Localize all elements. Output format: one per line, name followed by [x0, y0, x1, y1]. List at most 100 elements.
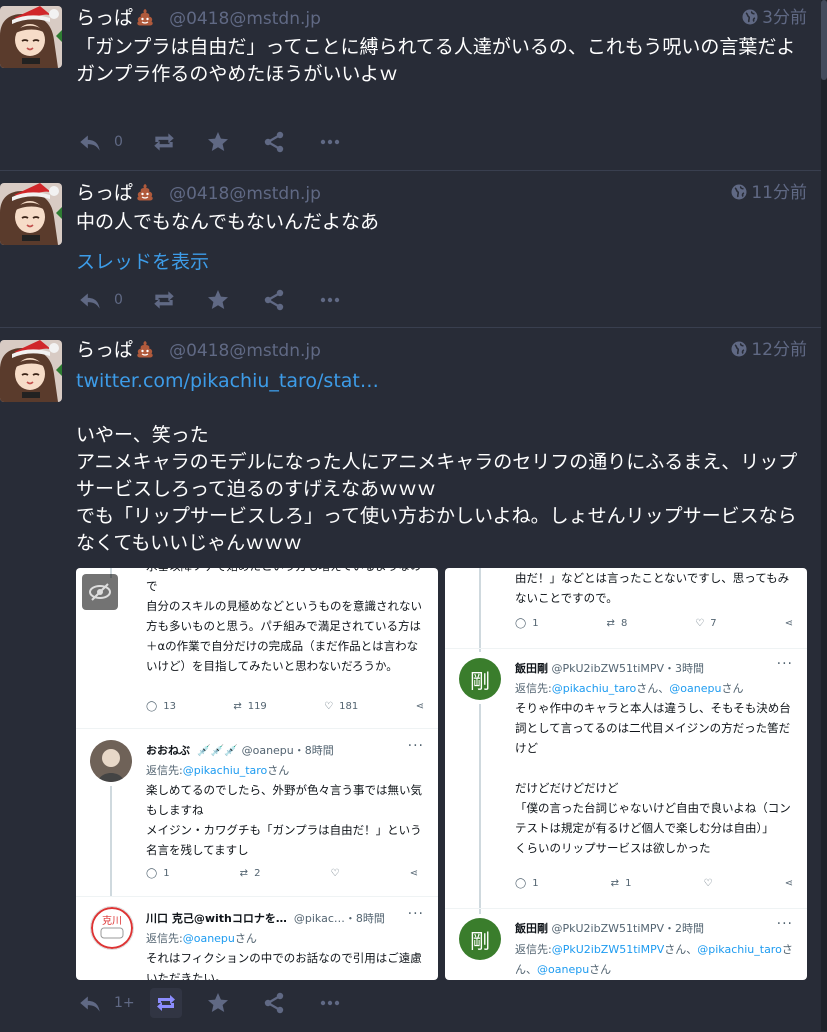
poop-emoji-icon — [135, 182, 155, 202]
favourite-button[interactable] — [206, 288, 262, 312]
time-label: 11分前 — [751, 183, 807, 203]
scrollbar-track[interactable] — [821, 0, 827, 1031]
reply-to-label: 返信先: — [146, 764, 183, 777]
status-item[interactable]: らっぱ @0418@mstdn.jp 3分前 「ガンプラは自由だ」ってことに縛ら… — [0, 0, 821, 170]
avatar[interactable] — [0, 340, 62, 402]
reply-to-handle: @oanepu — [182, 932, 235, 945]
reply-button[interactable]: 0 — [76, 129, 150, 155]
tweet-share: ⋖ — [784, 878, 793, 889]
tweet-retweet: ⇄ 8 — [606, 618, 628, 629]
tweet-retweet: ⇄ 119 — [233, 701, 267, 712]
display-name[interactable]: らっぱ — [76, 339, 133, 361]
tweet-reply-to: 返信先:@PkU2ibZW51tiMPVさん、@pikachiu_taroさん、… — [515, 940, 795, 980]
tweet-text: 由だ！」などとは言ったことないですし、思ってもみないことですので。 — [515, 571, 790, 605]
tweet-reply-to: 返信先:@oanepuさん — [146, 930, 257, 946]
action-bar: 0 — [76, 127, 342, 157]
tweet-line: 楽しめてるのでしたら、外野が色々言う事では無い気もしますね — [146, 783, 422, 817]
tweet-avatar: 剛 — [459, 658, 501, 700]
boost-button[interactable] — [150, 287, 206, 313]
share-button[interactable] — [262, 991, 318, 1015]
like-count: 7 — [710, 618, 717, 629]
reply-to-handle: @PkU2ibZW51tiMPV — [551, 943, 665, 956]
tweet-like: ♡ — [703, 878, 713, 889]
tweet-like: ♡ — [330, 868, 340, 879]
boost-icon — [150, 287, 178, 313]
tweet-retweet: ⇄ 1 — [610, 878, 632, 889]
display-name[interactable]: らっぱ — [76, 7, 133, 29]
status-item[interactable]: らっぱ @0418@mstdn.jp 12分前 twitter.com/pika… — [0, 327, 821, 1032]
account-handle[interactable]: @0418@mstdn.jp — [169, 184, 321, 204]
status-time[interactable]: 12分前 — [731, 338, 807, 362]
reply-icon — [76, 129, 104, 155]
hide-media-button[interactable] — [82, 574, 118, 610]
tweet-reply-to: 返信先:@pikachiu_taroさん — [146, 762, 289, 778]
tweet-avatar: 克川 — [90, 906, 134, 950]
avatar[interactable] — [0, 183, 62, 245]
show-thread-link[interactable]: スレッドを表示 — [76, 249, 807, 276]
time-label: 12分前 — [751, 340, 807, 360]
reply-to-label: 返信先: — [515, 682, 552, 695]
globe-icon — [731, 184, 747, 200]
media-attachment[interactable]: 由だ！」などとは言ったことないですし、思ってもみないことですので。 ◯ 1 ⇄ … — [445, 568, 807, 980]
eye-slash-icon — [89, 583, 111, 601]
display-name[interactable]: らっぱ — [76, 182, 133, 204]
reply-to-mid: さん、 — [664, 943, 698, 956]
more-button[interactable] — [318, 130, 342, 154]
content-line: いやー、笑った — [76, 424, 209, 446]
media-attachment[interactable]: 水垂以降ゾゲで始めたという方も増えているようなので 自分のスキルの見極めなどとい… — [76, 568, 438, 980]
account-handle[interactable]: @0418@mstdn.jp — [169, 341, 321, 361]
status-content: 「ガンプラは自由だ」ってことに縛られてる人達がいるの、これもう呪いの言葉だよ ガ… — [76, 34, 807, 88]
status-header: らっぱ @0418@mstdn.jp — [76, 336, 321, 364]
retweet-count: 1 — [625, 878, 632, 889]
tweet-retweet: ⇄ 2 — [239, 868, 261, 879]
avatar[interactable] — [0, 6, 62, 68]
share-icon — [262, 991, 286, 1015]
tweet-author-name: 川口 克己@withコロナを… — [146, 912, 287, 925]
boost-icon — [153, 991, 179, 1015]
tweet-line: メイジン・カワグチも「ガンプラは自由だ！」という名言を残してますし — [146, 823, 422, 857]
tweet-handle: @PkU2ibZW51tiMPV・3時間 — [551, 662, 705, 675]
status-item[interactable]: らっぱ @0418@mstdn.jp 11分前 中の人でもなんでもないんだよなあ… — [0, 170, 821, 328]
action-bar: 0 — [76, 285, 342, 315]
tweet-actions: ◯ 1 ⇄ 1 ♡ ⋖ — [515, 878, 793, 889]
scrollbar-thumb[interactable] — [821, 0, 827, 80]
share-button[interactable] — [262, 130, 318, 154]
boost-button[interactable] — [150, 988, 206, 1018]
tweet-text-cut: 水垂以降ゾゲで始めたという方も増えているようなので — [146, 568, 421, 593]
tweet-share: ⋖ — [415, 701, 424, 712]
retweet-count: 119 — [247, 701, 267, 712]
tweet-like: ♡ 7 — [695, 618, 717, 629]
tweet-handle: @pikac…・8時間 — [293, 912, 385, 925]
reply-button[interactable]: 0 — [76, 287, 150, 313]
time-label: 3分前 — [762, 8, 807, 28]
more-button[interactable] — [318, 991, 342, 1015]
reply-to-handle: @pikachiu_taro — [551, 682, 637, 695]
reply-to-mid: さん、 — [636, 682, 670, 695]
status-time[interactable]: 3分前 — [742, 6, 807, 30]
boost-button[interactable] — [150, 129, 206, 155]
reply-button[interactable]: 1+ — [76, 990, 150, 1016]
reply-count: 1 — [163, 868, 170, 879]
share-button[interactable] — [262, 288, 318, 312]
tweet-author-name: 飯田剛 — [515, 922, 548, 935]
tweet-reply: ◯ 1 — [146, 868, 170, 879]
favourite-button[interactable] — [206, 991, 262, 1015]
reply-count: 13 — [163, 701, 176, 712]
tweet-author-name: 飯田剛 — [515, 662, 548, 675]
tweet-avatar: 剛 — [459, 918, 501, 960]
tweet-avatar — [90, 740, 132, 782]
tweet-more-icon: ··· — [407, 906, 424, 922]
reply-to-suffix: さん — [234, 932, 257, 945]
tweet-handle: @oanepu・8時間 — [241, 744, 334, 757]
reply-count: 1 — [532, 878, 539, 889]
favourite-button[interactable] — [206, 130, 262, 154]
more-button[interactable] — [318, 288, 342, 312]
account-handle[interactable]: @0418@mstdn.jp — [169, 9, 321, 29]
tweet-author: 飯田剛 @PkU2ibZW51tiMPV・2時間 — [515, 920, 704, 936]
tweet-reply-to: 返信先:@pikachiu_taroさん、@oanepuさん — [515, 680, 743, 696]
tweet-share: ⋖ — [784, 618, 793, 629]
tweet-author: 飯田剛 @PkU2ibZW51tiMPV・3時間 — [515, 660, 704, 676]
divider — [76, 896, 438, 897]
tweet-url-link[interactable]: twitter.com/pikachiu_taro/stat… — [76, 368, 807, 395]
status-time[interactable]: 11分前 — [731, 181, 807, 205]
